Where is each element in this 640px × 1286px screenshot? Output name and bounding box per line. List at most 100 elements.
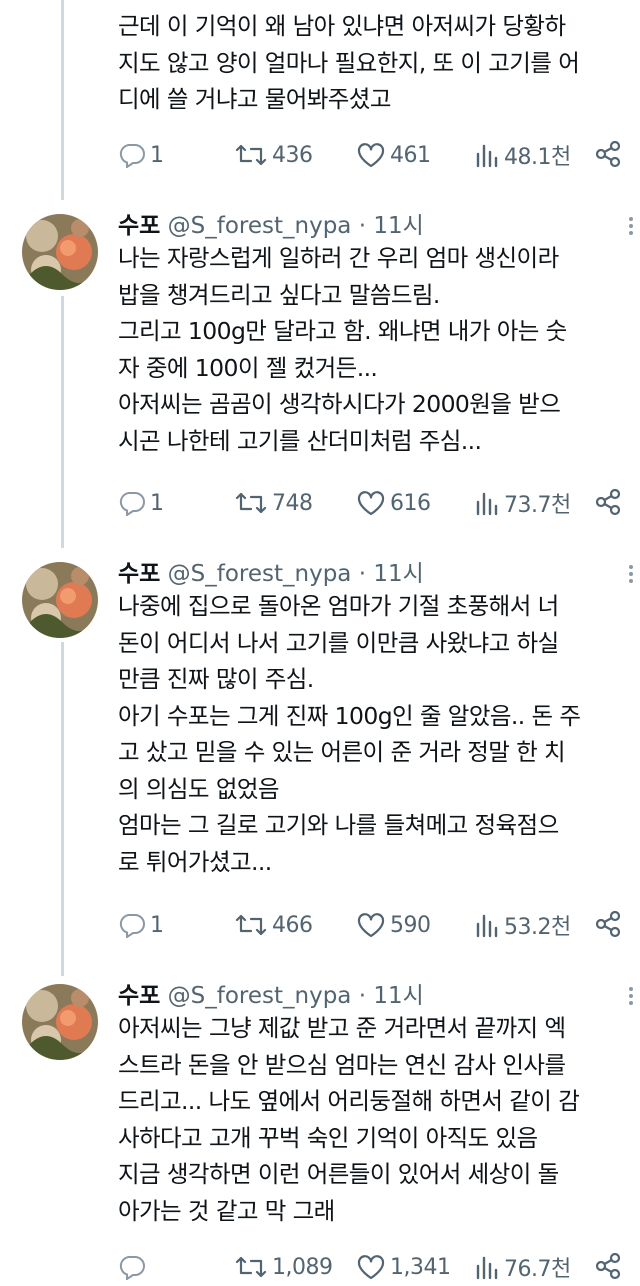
heart-icon — [357, 1255, 385, 1280]
tweet[interactable]: 수포 @S_forest_nypa · 11시 아저씨는 그냥 제값 받고 준 … — [0, 978, 640, 1282]
text-line: 엄마는 그 길로 고기와 나를 들쳐메고 정육점으 — [118, 811, 559, 839]
retweet-icon — [235, 1256, 267, 1278]
tweet[interactable]: 수포 @S_forest_nypa · 11시 나중에 집으로 돌아온 엄마가 … — [0, 556, 640, 966]
views-chart-icon — [476, 144, 498, 168]
text-line: 나는 자랑스럽게 일하러 간 우리 엄마 생신이라 — [118, 244, 559, 272]
retweet-count: 466 — [272, 912, 313, 938]
tweet[interactable]: 수포 @S_forest_nypa · 11시 나는 자랑스럽게 일하러 간 우… — [0, 208, 640, 546]
views-button[interactable]: 76.7천 — [474, 1250, 571, 1284]
reply-count: 1 — [150, 142, 164, 168]
text-line: 의 의심도 없었음 — [118, 774, 279, 803]
text-line: 나중에 집으로 돌아온 엄마가 기절 초풍해서 너 — [118, 592, 559, 620]
display-name[interactable]: 수포 — [118, 983, 160, 1009]
text-line: 아가는 것 같고 막 그래 — [118, 1196, 335, 1225]
like-count: 616 — [390, 490, 431, 516]
text-line: 드리고... 나도 옆에서 어리둥절해 하면서 같이 감 — [118, 1087, 580, 1115]
text-line: 로 튀어가셨고... — [118, 847, 272, 876]
timestamp[interactable]: · 11시 — [359, 983, 424, 1009]
flower-avatar-icon — [22, 984, 98, 1060]
like-button[interactable]: 590 — [356, 908, 431, 942]
retweet-icon — [235, 914, 267, 936]
avatar[interactable] — [22, 214, 98, 290]
reply-button[interactable]: 1 — [118, 486, 164, 520]
views-chart-icon — [476, 1256, 498, 1280]
views-count: 73.7천 — [504, 493, 571, 518]
share-button[interactable] — [594, 1252, 622, 1286]
like-button[interactable]: 461 — [356, 138, 431, 172]
reply-icon — [119, 492, 145, 516]
tweet-header: 수포 @S_forest_nypa · 11시 — [118, 208, 424, 244]
more-dots-icon[interactable] — [628, 562, 634, 588]
share-button[interactable] — [594, 488, 622, 522]
reply-button[interactable]: 1 — [118, 908, 164, 942]
reply-icon — [119, 1256, 145, 1280]
like-button[interactable]: 616 — [356, 486, 431, 520]
like-count: 1,341 — [390, 1254, 451, 1280]
views-chart-icon — [476, 914, 498, 938]
timestamp[interactable]: · 11시 — [359, 213, 424, 239]
text-line: 디에 쓸 거냐고 물어봐주셨고 — [118, 85, 391, 113]
tweet-text: 나는 자랑스럽게 일하러 간 우리 엄마 생신이라 밥을 챙겨드리고 싶다고 말… — [118, 240, 640, 459]
share-icon — [595, 1252, 621, 1280]
retweet-icon — [235, 492, 267, 514]
retweet-button[interactable]: 466 — [234, 908, 313, 942]
share-icon — [595, 488, 621, 516]
reply-icon — [119, 914, 145, 938]
tweet[interactable]: 근데 이 기억이 왜 남아 있냐면 아저씨가 당황하 지도 않고 양이 얼마나 … — [0, 0, 640, 200]
reply-button[interactable]: 1 — [118, 138, 164, 172]
retweet-button[interactable]: 1,089 — [234, 1250, 333, 1284]
like-count: 461 — [390, 142, 431, 168]
views-count: 48.1천 — [504, 145, 571, 170]
text-line: 시곤 나한테 고기를 산더미처럼 주심... — [118, 426, 482, 455]
views-chart-icon — [476, 492, 498, 516]
reply-icon — [119, 144, 145, 168]
user-handle[interactable]: @S_forest_nypa — [168, 983, 352, 1009]
reply-button[interactable] — [118, 1250, 150, 1284]
avatar[interactable] — [22, 984, 98, 1060]
text-line: 고 샀고 믿을 수 있는 어른이 준 거라 정말 한 치 — [118, 738, 566, 766]
user-handle[interactable]: @S_forest_nypa — [168, 561, 352, 587]
views-button[interactable]: 48.1천 — [474, 138, 571, 172]
heart-icon — [357, 491, 385, 516]
reply-count: 1 — [150, 912, 164, 938]
text-line: 지금 생각하면 이런 어른들이 있어서 세상이 돌 — [118, 1160, 559, 1188]
text-line: 사하다고 고개 꾸벅 숙인 기억이 아직도 있음 — [118, 1123, 538, 1152]
display-name[interactable]: 수포 — [118, 213, 160, 239]
share-icon — [595, 910, 621, 938]
flower-avatar-icon — [22, 562, 98, 638]
tweet-actions: 1 466 590 53.2천 — [118, 908, 640, 942]
like-button[interactable]: 1,341 — [356, 1250, 451, 1284]
user-handle[interactable]: @S_forest_nypa — [168, 213, 352, 239]
share-icon — [595, 140, 621, 168]
retweet-button[interactable]: 748 — [234, 486, 313, 520]
like-count: 590 — [390, 912, 431, 938]
more-dots-icon[interactable] — [628, 214, 634, 240]
tweet-header: 수포 @S_forest_nypa · 11시 — [118, 978, 424, 1014]
display-name[interactable]: 수포 — [118, 561, 160, 587]
share-button[interactable] — [594, 910, 622, 944]
retweet-icon — [235, 144, 267, 166]
text-line: 아저씨는 곰곰이 생각하시다가 2000원을 받으 — [118, 390, 561, 418]
text-line: 돈이 어디서 나서 고기를 이만큼 사왔냐고 하실 — [118, 628, 559, 657]
views-count: 53.2천 — [504, 915, 571, 940]
text-line: 지도 않고 양이 얼마나 필요한지, 또 이 고기를 어 — [118, 48, 580, 77]
timestamp[interactable]: · 11시 — [359, 561, 424, 587]
share-button[interactable] — [594, 140, 622, 174]
retweet-count: 436 — [272, 142, 313, 168]
tweet-actions: 1,089 1,341 76.7천 — [118, 1250, 640, 1284]
retweet-count: 748 — [272, 490, 313, 516]
flower-avatar-icon — [22, 214, 98, 290]
more-dots-icon[interactable] — [628, 984, 634, 1010]
text-line: 스트라 돈을 안 받으심 엄마는 연신 감사 인사를 — [118, 1050, 566, 1079]
tweet-text: 나중에 집으로 돌아온 엄마가 기절 초풍해서 너 돈이 어디서 나서 고기를 … — [118, 588, 640, 880]
views-button[interactable]: 73.7천 — [474, 486, 571, 520]
text-line: 아저씨는 그냥 제값 받고 준 거라면서 끝까지 엑 — [118, 1014, 566, 1042]
reply-count: 1 — [150, 490, 164, 516]
retweet-button[interactable]: 436 — [234, 138, 313, 172]
text-line: 그리고 100g만 달라고 함. 왜냐면 내가 아는 숫 — [118, 317, 567, 345]
views-button[interactable]: 53.2천 — [474, 908, 571, 942]
avatar[interactable] — [22, 562, 98, 638]
text-line: 자 중에 100이 젤 컸거든... — [118, 353, 378, 382]
heart-icon — [357, 143, 385, 168]
tweet-header: 수포 @S_forest_nypa · 11시 — [118, 556, 424, 592]
